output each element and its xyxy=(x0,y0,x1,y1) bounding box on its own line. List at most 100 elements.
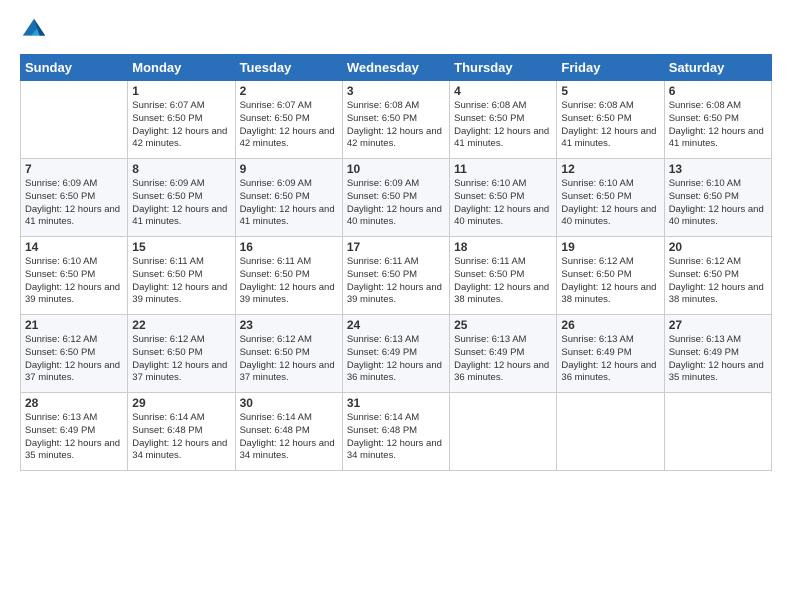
calendar-week-4: 21 Sunrise: 6:12 AMSunset: 6:50 PMDayligh… xyxy=(21,315,772,393)
day-info: Sunrise: 6:12 AMSunset: 6:50 PMDaylight:… xyxy=(240,334,338,385)
day-number: 26 xyxy=(561,318,659,332)
calendar-cell: 24 Sunrise: 6:13 AMSunset: 6:49 PMDayligh… xyxy=(342,315,449,393)
day-info: Sunrise: 6:11 AMSunset: 6:50 PMDaylight:… xyxy=(454,256,552,307)
day-info: Sunrise: 6:13 AMSunset: 6:49 PMDaylight:… xyxy=(25,412,123,463)
calendar-cell: 13 Sunrise: 6:10 AMSunset: 6:50 PMDayligh… xyxy=(664,159,771,237)
calendar-cell: 12 Sunrise: 6:10 AMSunset: 6:50 PMDayligh… xyxy=(557,159,664,237)
calendar-cell: 21 Sunrise: 6:12 AMSunset: 6:50 PMDayligh… xyxy=(21,315,128,393)
calendar-cell: 31Sunrise: 6:14 AMSunset: 6:48 PMDayligh… xyxy=(342,393,449,471)
calendar-cell: 14 Sunrise: 6:10 AMSunset: 6:50 PMDayligh… xyxy=(21,237,128,315)
day-number: 3 xyxy=(347,84,445,98)
calendar-cell: 20 Sunrise: 6:12 AMSunset: 6:50 PMDayligh… xyxy=(664,237,771,315)
calendar-cell: 9 Sunrise: 6:09 AMSunset: 6:50 PMDaylight… xyxy=(235,159,342,237)
day-number: 16 xyxy=(240,240,338,254)
day-number: 1 xyxy=(132,84,230,98)
calendar-cell: 19 Sunrise: 6:12 AMSunset: 6:50 PMDayligh… xyxy=(557,237,664,315)
calendar-cell: 4Sunrise: 6:08 AMSunset: 6:50 PMDaylight… xyxy=(450,81,557,159)
col-header-saturday: Saturday xyxy=(664,55,771,81)
day-number: 11 xyxy=(454,162,552,176)
calendar-cell: 18 Sunrise: 6:11 AMSunset: 6:50 PMDayligh… xyxy=(450,237,557,315)
calendar-cell xyxy=(664,393,771,471)
day-info: Sunrise: 6:08 AMSunset: 6:50 PMDaylight:… xyxy=(669,100,767,151)
calendar-cell: 16 Sunrise: 6:11 AMSunset: 6:50 PMDayligh… xyxy=(235,237,342,315)
day-number: 9 xyxy=(240,162,338,176)
day-number: 28 xyxy=(25,396,123,410)
day-info: Sunrise: 6:10 AMSunset: 6:50 PMDaylight:… xyxy=(561,178,659,229)
day-info: Sunrise: 6:14 AMSunset: 6:48 PMDaylight:… xyxy=(347,412,445,463)
calendar-cell: 11 Sunrise: 6:10 AMSunset: 6:50 PMDayligh… xyxy=(450,159,557,237)
logo-icon xyxy=(20,16,48,44)
day-info: Sunrise: 6:10 AMSunset: 6:50 PMDaylight:… xyxy=(25,256,123,307)
calendar-cell: 5 Sunrise: 6:08 AMSunset: 6:50 PMDaylight… xyxy=(557,81,664,159)
day-info: Sunrise: 6:08 AMSunset: 6:50 PMDaylight:… xyxy=(347,100,445,151)
day-info: Sunrise: 6:07 AMSunset: 6:50 PMDaylight:… xyxy=(132,100,230,151)
calendar-cell: 8 Sunrise: 6:09 AMSunset: 6:50 PMDaylight… xyxy=(128,159,235,237)
day-info: Sunrise: 6:09 AMSunset: 6:50 PMDaylight:… xyxy=(240,178,338,229)
calendar-cell: 1 Sunrise: 6:07 AMSunset: 6:50 PMDaylight… xyxy=(128,81,235,159)
calendar-cell: 25Sunrise: 6:13 AMSunset: 6:49 PMDayligh… xyxy=(450,315,557,393)
day-info: Sunrise: 6:14 AMSunset: 6:48 PMDaylight:… xyxy=(240,412,338,463)
col-header-friday: Friday xyxy=(557,55,664,81)
day-number: 22 xyxy=(132,318,230,332)
calendar-cell: 6Sunrise: 6:08 AMSunset: 6:50 PMDaylight… xyxy=(664,81,771,159)
logo xyxy=(20,16,52,44)
day-info: Sunrise: 6:12 AMSunset: 6:50 PMDaylight:… xyxy=(25,334,123,385)
day-info: Sunrise: 6:12 AMSunset: 6:50 PMDaylight:… xyxy=(132,334,230,385)
day-number: 21 xyxy=(25,318,123,332)
col-header-sunday: Sunday xyxy=(21,55,128,81)
day-info: Sunrise: 6:13 AMSunset: 6:49 PMDaylight:… xyxy=(347,334,445,385)
day-number: 20 xyxy=(669,240,767,254)
calendar-cell xyxy=(557,393,664,471)
day-info: Sunrise: 6:13 AMSunset: 6:49 PMDaylight:… xyxy=(454,334,552,385)
calendar-cell: 2Sunrise: 6:07 AMSunset: 6:50 PMDaylight… xyxy=(235,81,342,159)
col-header-tuesday: Tuesday xyxy=(235,55,342,81)
col-header-monday: Monday xyxy=(128,55,235,81)
calendar-cell: 7Sunrise: 6:09 AMSunset: 6:50 PMDaylight… xyxy=(21,159,128,237)
calendar-week-5: 28 Sunrise: 6:13 AMSunset: 6:49 PMDayligh… xyxy=(21,393,772,471)
day-number: 12 xyxy=(561,162,659,176)
day-number: 19 xyxy=(561,240,659,254)
day-info: Sunrise: 6:09 AMSunset: 6:50 PMDaylight:… xyxy=(132,178,230,229)
calendar-cell: 27 Sunrise: 6:13 AMSunset: 6:49 PMDayligh… xyxy=(664,315,771,393)
day-number: 7 xyxy=(25,162,123,176)
day-number: 30 xyxy=(240,396,338,410)
day-number: 15 xyxy=(132,240,230,254)
calendar-cell: 29Sunrise: 6:14 AMSunset: 6:48 PMDayligh… xyxy=(128,393,235,471)
day-number: 13 xyxy=(669,162,767,176)
col-header-thursday: Thursday xyxy=(450,55,557,81)
day-info: Sunrise: 6:12 AMSunset: 6:50 PMDaylight:… xyxy=(561,256,659,307)
day-number: 18 xyxy=(454,240,552,254)
day-info: Sunrise: 6:13 AMSunset: 6:49 PMDaylight:… xyxy=(561,334,659,385)
calendar-cell: 3 Sunrise: 6:08 AMSunset: 6:50 PMDaylight… xyxy=(342,81,449,159)
day-info: Sunrise: 6:14 AMSunset: 6:48 PMDaylight:… xyxy=(132,412,230,463)
day-info: Sunrise: 6:09 AMSunset: 6:50 PMDaylight:… xyxy=(347,178,445,229)
day-info: Sunrise: 6:11 AMSunset: 6:50 PMDaylight:… xyxy=(132,256,230,307)
calendar-cell: 15 Sunrise: 6:11 AMSunset: 6:50 PMDayligh… xyxy=(128,237,235,315)
day-info: Sunrise: 6:13 AMSunset: 6:49 PMDaylight:… xyxy=(669,334,767,385)
day-number: 14 xyxy=(25,240,123,254)
day-number: 17 xyxy=(347,240,445,254)
day-info: Sunrise: 6:11 AMSunset: 6:50 PMDaylight:… xyxy=(240,256,338,307)
day-number: 10 xyxy=(347,162,445,176)
col-header-wednesday: Wednesday xyxy=(342,55,449,81)
calendar-cell: 10 Sunrise: 6:09 AMSunset: 6:50 PMDayligh… xyxy=(342,159,449,237)
day-info: Sunrise: 6:10 AMSunset: 6:50 PMDaylight:… xyxy=(454,178,552,229)
day-info: Sunrise: 6:07 AMSunset: 6:50 PMDaylight:… xyxy=(240,100,338,151)
calendar-cell: 28 Sunrise: 6:13 AMSunset: 6:49 PMDayligh… xyxy=(21,393,128,471)
calendar-cell: 17Sunrise: 6:11 AMSunset: 6:50 PMDayligh… xyxy=(342,237,449,315)
day-number: 24 xyxy=(347,318,445,332)
calendar-cell: 30 Sunrise: 6:14 AMSunset: 6:48 PMDayligh… xyxy=(235,393,342,471)
calendar-header-row: SundayMondayTuesdayWednesdayThursdayFrid… xyxy=(21,55,772,81)
day-number: 27 xyxy=(669,318,767,332)
day-number: 8 xyxy=(132,162,230,176)
calendar-cell xyxy=(21,81,128,159)
calendar-week-3: 14 Sunrise: 6:10 AMSunset: 6:50 PMDayligh… xyxy=(21,237,772,315)
day-number: 5 xyxy=(561,84,659,98)
page: SundayMondayTuesdayWednesdayThursdayFrid… xyxy=(0,0,792,483)
day-info: Sunrise: 6:10 AMSunset: 6:50 PMDaylight:… xyxy=(669,178,767,229)
calendar-week-2: 7 Sunrise: 6:09 AMSunset: 6:50 PMDaylight… xyxy=(21,159,772,237)
day-info: Sunrise: 6:08 AMSunset: 6:50 PMDaylight:… xyxy=(561,100,659,151)
day-info: Sunrise: 6:12 AMSunset: 6:50 PMDaylight:… xyxy=(669,256,767,307)
calendar-week-1: 1 Sunrise: 6:07 AMSunset: 6:50 PMDaylight… xyxy=(21,81,772,159)
day-number: 4 xyxy=(454,84,552,98)
